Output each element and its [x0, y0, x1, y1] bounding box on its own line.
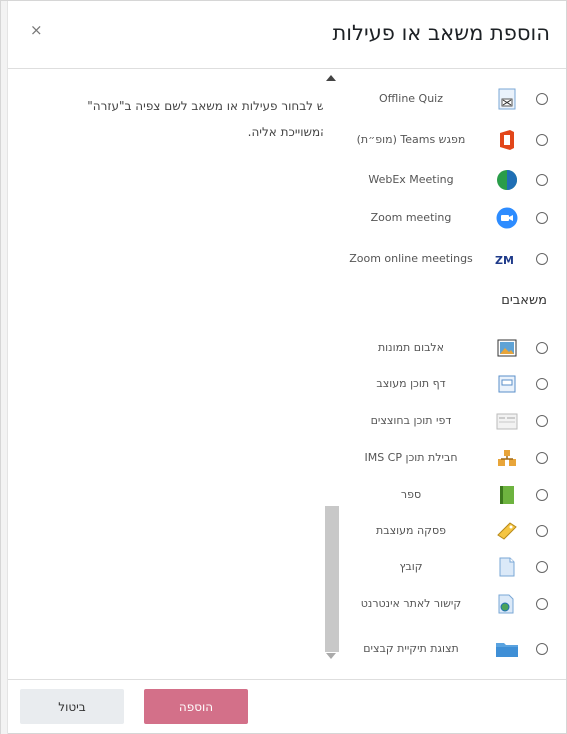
resources-header: משאבים: [501, 293, 547, 308]
page-edge: [1, 1, 8, 734]
dialog-title: הוספת משאב או פעילות: [332, 21, 550, 45]
ims-package-icon: [495, 446, 519, 470]
option-tabs[interactable]: דפי תוכן בחוצצים: [341, 403, 559, 439]
zoom-online-icon: ZM: [495, 247, 519, 271]
radio-button[interactable]: [536, 342, 548, 354]
option-label: קובץ: [399, 560, 423, 573]
svg-text:ZM: ZM: [495, 254, 514, 267]
radio-button[interactable]: [536, 212, 548, 224]
option-label-resource[interactable]: פסקה מעוצבת: [341, 513, 559, 549]
add-activity-dialog: × הוספת משאב או פעילות יש לבחור פעילות א…: [0, 0, 567, 734]
close-icon[interactable]: ×: [30, 21, 43, 39]
option-image-album[interactable]: אלבום תמונות: [341, 330, 559, 366]
option-url[interactable]: קישור לאתר אינטרנט: [341, 586, 559, 622]
dialog-header: × הוספת משאב או פעילות: [8, 1, 566, 69]
radio-button[interactable]: [536, 643, 548, 655]
scroll-thumb[interactable]: [325, 506, 339, 652]
option-zoom-online[interactable]: ZM Zoom online meetings: [341, 241, 559, 277]
option-page[interactable]: דף תוכן מעוצב: [341, 366, 559, 402]
radio-button[interactable]: [536, 489, 548, 501]
option-label: מפגש Teams (מופ״ת): [356, 133, 466, 146]
option-label: WebEx Meeting: [368, 173, 454, 186]
offline-quiz-icon: [495, 87, 519, 111]
label-icon: [495, 519, 519, 543]
option-teams[interactable]: מפגש Teams (מופ״ת): [341, 122, 559, 158]
option-label: תצוגת תיקיית קבצים: [363, 642, 459, 655]
help-text: יש לבחור פעילות או משאב לשם צפיה ב"עזרה"…: [87, 99, 328, 139]
option-label: חבילת תוכן IMS CP: [364, 451, 458, 464]
radio-button[interactable]: [536, 415, 548, 427]
option-book[interactable]: ספר: [341, 477, 559, 513]
chooser-list: Offline Quiz מפגש Teams (מופ״ת) WebEx Me…: [341, 69, 559, 675]
radio-button[interactable]: [536, 598, 548, 610]
page-icon: [495, 372, 519, 396]
radio-button[interactable]: [536, 378, 548, 390]
option-label: Zoom online meetings: [349, 252, 473, 265]
cancel-button[interactable]: ביטול: [20, 689, 124, 724]
option-folder[interactable]: תצוגת תיקיית קבצים: [341, 631, 559, 667]
option-label: ספר: [400, 488, 422, 501]
option-label: דפי תוכן בחוצצים: [370, 414, 452, 427]
dialog-footer: ביטול הוספה: [8, 679, 566, 734]
radio-button[interactable]: [536, 93, 548, 105]
dialog-body: יש לבחור פעילות או משאב לשם צפיה ב"עזרה"…: [8, 69, 566, 679]
option-label: דף תוכן מעוצב: [376, 377, 446, 390]
option-ims-package[interactable]: חבילת תוכן IMS CP: [341, 440, 559, 476]
tabs-icon: [495, 409, 519, 433]
file-icon: [495, 555, 519, 579]
chooser-list-panel: Offline Quiz מפגש Teams (מופ״ת) WebEx Me…: [323, 69, 559, 675]
option-label: פסקה מעוצבת: [376, 524, 446, 537]
image-album-icon: [495, 336, 519, 360]
zoom-meeting-icon: [495, 206, 519, 230]
option-offline-quiz[interactable]: Offline Quiz: [341, 81, 559, 117]
option-zoom-meeting[interactable]: Zoom meeting: [341, 200, 559, 236]
radio-button[interactable]: [536, 561, 548, 573]
radio-button[interactable]: [536, 253, 548, 265]
option-file[interactable]: קובץ: [341, 549, 559, 585]
url-icon: [495, 592, 519, 616]
option-webex[interactable]: WebEx Meeting: [341, 162, 559, 198]
book-icon: [495, 483, 519, 507]
add-button[interactable]: הוספה: [144, 689, 248, 724]
scroll-down-arrow-icon[interactable]: [326, 653, 336, 659]
scrollbar[interactable]: [323, 69, 341, 675]
option-label: Offline Quiz: [378, 92, 444, 105]
option-label: אלבום תמונות: [377, 341, 445, 354]
scroll-up-arrow-icon[interactable]: [326, 75, 336, 81]
radio-button[interactable]: [536, 174, 548, 186]
webex-icon: [495, 168, 519, 192]
folder-icon: [495, 637, 519, 661]
office-icon: [495, 128, 519, 152]
radio-button[interactable]: [536, 134, 548, 146]
radio-button[interactable]: [536, 525, 548, 537]
option-label: Zoom meeting: [370, 211, 452, 224]
option-label: קישור לאתר אינטרנט: [360, 597, 462, 610]
radio-button[interactable]: [536, 452, 548, 464]
